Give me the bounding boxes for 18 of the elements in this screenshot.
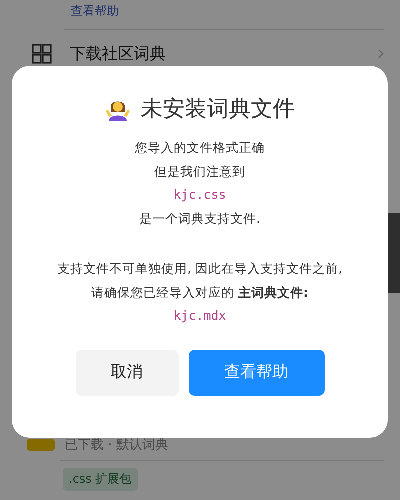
file-name: kjc.mdx <box>174 307 226 325</box>
message-text: 支持文件不可单独使用, 因此在导入支持文件之前, <box>58 260 342 278</box>
extension-tag: .css 扩展包 <box>63 468 138 491</box>
help-link[interactable]: 查看帮助 <box>71 2 400 20</box>
download-row[interactable]: 下载社区词典 <box>0 30 400 78</box>
help-button[interactable]: 查看帮助 <box>188 350 324 396</box>
status-badge <box>27 439 55 451</box>
file-name: kjc.css <box>174 186 226 204</box>
dictionary-status: 已下载 · 默认词典 <box>65 437 168 454</box>
message-text: 但是我们注意到 <box>154 162 246 180</box>
message-text: 请确保您已经导入对应的 主词典文件: <box>92 284 308 302</box>
chevron-right-icon <box>378 49 384 59</box>
message-text: 您导入的文件格式正确 <box>135 139 265 157</box>
message-text: 是一个词典支持文件. <box>140 210 260 228</box>
cancel-button[interactable]: 取消 <box>76 350 178 396</box>
grid-icon <box>32 44 52 64</box>
dialog-title: 未安装词典文件 <box>141 96 295 124</box>
row-label: 下载社区词典 <box>70 44 167 64</box>
